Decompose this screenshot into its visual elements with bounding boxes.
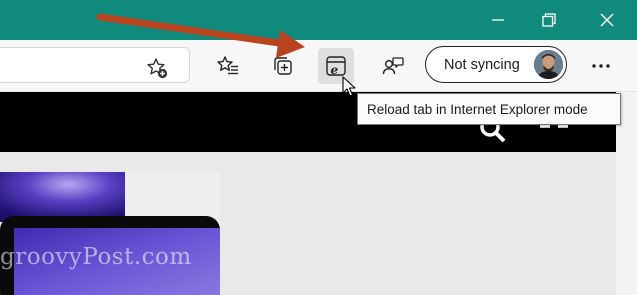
favorites-icon bbox=[217, 56, 238, 75]
favorites-button[interactable] bbox=[211, 49, 245, 83]
feedback-button[interactable] bbox=[376, 49, 410, 83]
ie-mode-icon: e bbox=[326, 56, 346, 77]
close-button[interactable] bbox=[584, 0, 630, 40]
close-icon bbox=[600, 13, 614, 27]
restore-icon bbox=[542, 13, 556, 27]
more-options-button[interactable] bbox=[584, 49, 618, 83]
tooltip-text: Reload tab in Internet Explorer mode bbox=[367, 102, 588, 117]
profile-sync-button[interactable]: Not syncing bbox=[425, 46, 567, 83]
feedback-icon bbox=[382, 57, 404, 75]
collections-icon bbox=[274, 57, 292, 75]
mouse-cursor-icon bbox=[342, 76, 356, 97]
profile-avatar bbox=[534, 50, 563, 79]
minimize-button[interactable] bbox=[475, 0, 521, 40]
sync-status-label: Not syncing bbox=[444, 57, 520, 73]
more-dots-icon bbox=[592, 64, 610, 68]
add-favorite-star-icon[interactable] bbox=[145, 56, 169, 80]
restore-button[interactable] bbox=[526, 0, 572, 40]
ie-mode-tooltip: Reload tab in Internet Explorer mode bbox=[357, 93, 621, 125]
svg-text:e: e bbox=[331, 63, 339, 77]
watermark: groovyPost.com bbox=[0, 244, 192, 270]
title-bar bbox=[0, 0, 637, 40]
collections-button[interactable] bbox=[266, 49, 300, 83]
minimize-icon bbox=[492, 19, 504, 21]
address-bar[interactable] bbox=[0, 47, 190, 83]
article-thumbnail[interactable] bbox=[0, 172, 220, 295]
browser-toolbar: e Not syncing bbox=[0, 40, 637, 92]
